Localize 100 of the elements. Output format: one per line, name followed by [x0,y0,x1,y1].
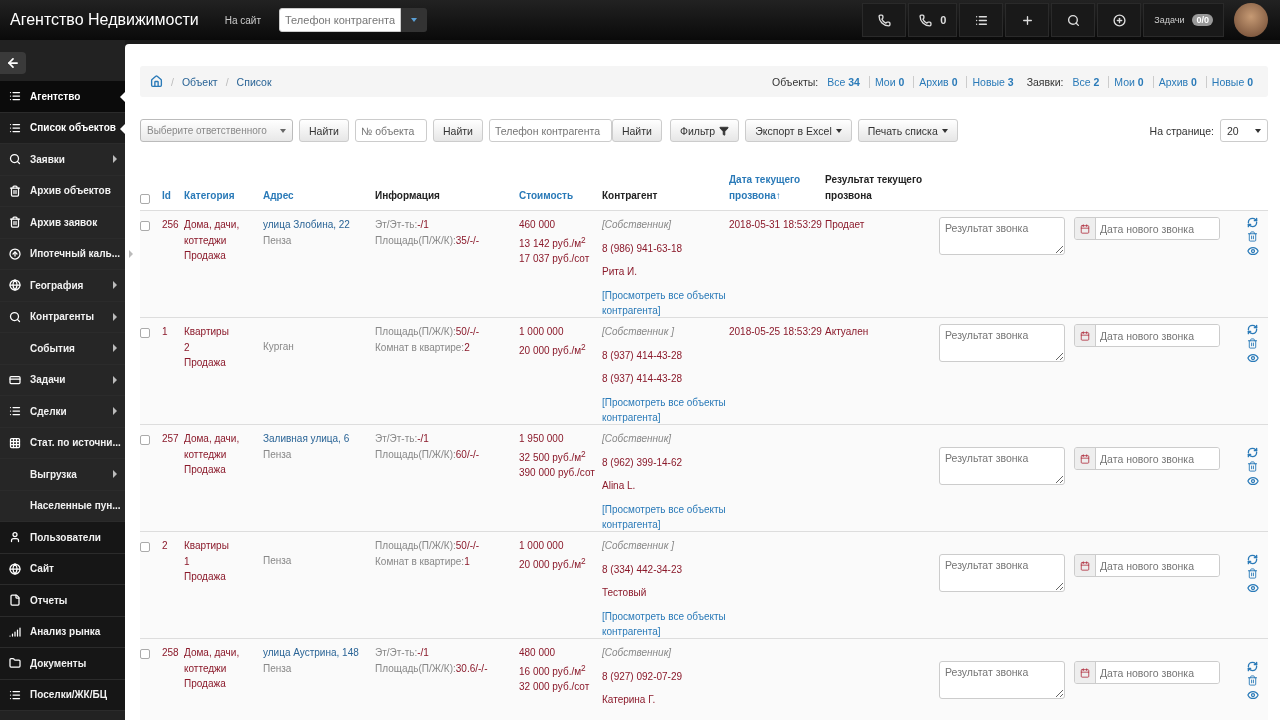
search-button[interactable] [1051,3,1096,37]
view-objects-link[interactable]: [Просмотреть все объекты контрагента] [602,608,729,640]
trash-icon[interactable] [1247,675,1258,686]
eye-icon[interactable] [1247,352,1259,364]
trash-icon[interactable] [1247,231,1258,242]
refresh-icon[interactable] [1247,554,1258,565]
sidebar-item[interactable]: Выгрузка [0,459,125,491]
find-button[interactable]: Найти [432,119,483,142]
eye-icon[interactable] [1247,245,1259,257]
refresh-icon[interactable] [1247,217,1258,228]
sidebar-item[interactable]: Документы [0,648,125,680]
price-text: 1 000 000 [519,325,565,339]
row-checkbox[interactable] [140,542,150,552]
sidebar-item[interactable]: Сделки [0,396,125,428]
breadcrumb-link[interactable]: Объект [181,75,218,88]
view-objects-link[interactable]: [Просмотреть все объекты контрагента] [602,501,729,533]
category-text: 1 [184,554,191,569]
filter-button[interactable]: Фильтр [669,119,740,142]
plus-circle-button[interactable] [1097,3,1142,37]
sidebar-item[interactable]: Архив заявок [0,207,125,239]
stats-link[interactable]: Все 34 [822,75,865,88]
new-call-date-field[interactable]: Дата нового звонка [1074,324,1220,347]
stats-link[interactable]: Мои 0 [868,75,910,88]
search-icon [8,310,21,323]
home-icon[interactable] [150,75,163,88]
trash-icon[interactable] [1247,461,1258,472]
sidebar-item[interactable]: Агентство [0,81,125,113]
print-button[interactable]: Печать списка [857,119,958,142]
column-header[interactable]: Стоимость [519,188,602,204]
sidebar-item[interactable]: Задачи [0,364,125,396]
stats-link[interactable]: Новые 3 [966,75,1019,88]
row-checkbox[interactable] [140,221,150,231]
view-objects-link[interactable]: [Просмотреть все объекты контрагента] [602,287,729,319]
new-call-date-field[interactable]: Дата нового звонка [1074,447,1220,470]
sidebar-item[interactable]: Контрагенты [0,301,125,333]
address-link[interactable]: Заливная улица, 6 [263,431,375,447]
sidebar-item[interactable]: Список объектов [0,112,125,144]
new-call-date-field[interactable]: Дата нового звонка [1074,661,1220,684]
list-button[interactable] [959,3,1004,37]
call-result-field[interactable]: Результат звонка [939,661,1065,699]
call-result-text: Продает [825,218,866,232]
phone-button[interactable] [862,3,907,37]
new-call-date-field[interactable]: Дата нового звонка [1074,554,1220,577]
stats-link[interactable]: Архив 0 [913,75,963,88]
per-page-select[interactable]: 20 [1220,119,1268,142]
contact-text: Рита И. [602,265,639,279]
site-link[interactable]: На сайт [224,14,261,26]
sidebar-item[interactable]: Сайт [0,553,125,585]
row-checkbox[interactable] [140,435,150,445]
tasks-button[interactable]: Задачи 0/0 [1143,3,1224,37]
find-button[interactable]: Найти [299,119,349,142]
sidebar-item[interactable]: Стат. по источни... [0,427,125,459]
sidebar-item[interactable]: Отчеты [0,585,125,617]
stats-link[interactable]: Новые 0 [1205,75,1258,88]
refresh-icon[interactable] [1247,324,1258,335]
column-header[interactable]: Id [162,188,184,204]
refresh-icon[interactable] [1247,661,1258,672]
avatar[interactable] [1234,3,1268,37]
sidebar-item[interactable]: Населенные пун... [0,490,125,522]
phone-field[interactable]: Телефон контрагента [488,119,612,142]
view-objects-link[interactable]: [Просмотреть все объекты контрагента] [602,394,729,426]
eye-icon[interactable] [1247,689,1259,701]
phone-button[interactable]: 0 [908,3,958,37]
call-result-field[interactable]: Результат звонка [939,217,1065,255]
phone-search-field[interactable]: Телефон контрагента [279,8,401,32]
list-icon [8,90,21,103]
sidebar-item[interactable]: География [0,270,125,302]
object-number-field[interactable]: № объекта [354,119,427,142]
sidebar-item[interactable]: События [0,333,125,365]
sidebar-item[interactable]: Архив объектов [0,175,125,207]
trash-icon[interactable] [1247,338,1258,349]
stats-link[interactable]: Все 2 [1067,75,1105,88]
refresh-icon[interactable] [1247,447,1258,458]
select-all-checkbox[interactable] [140,194,150,204]
row-checkbox[interactable] [140,328,150,338]
eye-icon[interactable] [1247,475,1259,487]
sidebar-item[interactable]: Заявки [0,144,125,176]
column-header[interactable]: Дата текущего прозвона↑ [729,172,825,204]
sidebar-item[interactable]: Поселки/ЖК/БЦ [0,679,125,711]
sidebar-item[interactable]: Анализ рынка [0,616,125,648]
price-text: 1 950 000 [519,432,565,446]
column-header[interactable]: Адрес [263,188,375,204]
address-link[interactable]: улица Злобина, 22 [263,217,375,233]
trash-icon[interactable] [1247,568,1258,579]
call-result-field[interactable]: Результат звонка [939,324,1065,362]
back-button[interactable] [0,52,26,74]
id-cell-text: 2 [162,539,169,553]
address-link[interactable]: улица Аустрина, 148 [263,645,375,661]
row-checkbox[interactable] [140,649,150,659]
find-button[interactable]: Найти [611,119,662,142]
call-result-field[interactable]: Результат звонка [939,447,1065,485]
eye-icon[interactable] [1247,582,1259,594]
stats-link[interactable]: Архив 0 [1152,75,1202,88]
column-header[interactable]: Категория [184,188,263,204]
breadcrumb-link[interactable]: Список [236,75,272,88]
sidebar-item[interactable]: Пользователи [0,522,125,554]
stats-link[interactable]: Мои 0 [1108,75,1149,88]
export-button[interactable]: Экспорт в Excel [745,119,852,142]
new-call-date-field[interactable]: Дата нового звонка [1074,217,1220,240]
call-result-field[interactable]: Результат звонка [939,554,1065,592]
